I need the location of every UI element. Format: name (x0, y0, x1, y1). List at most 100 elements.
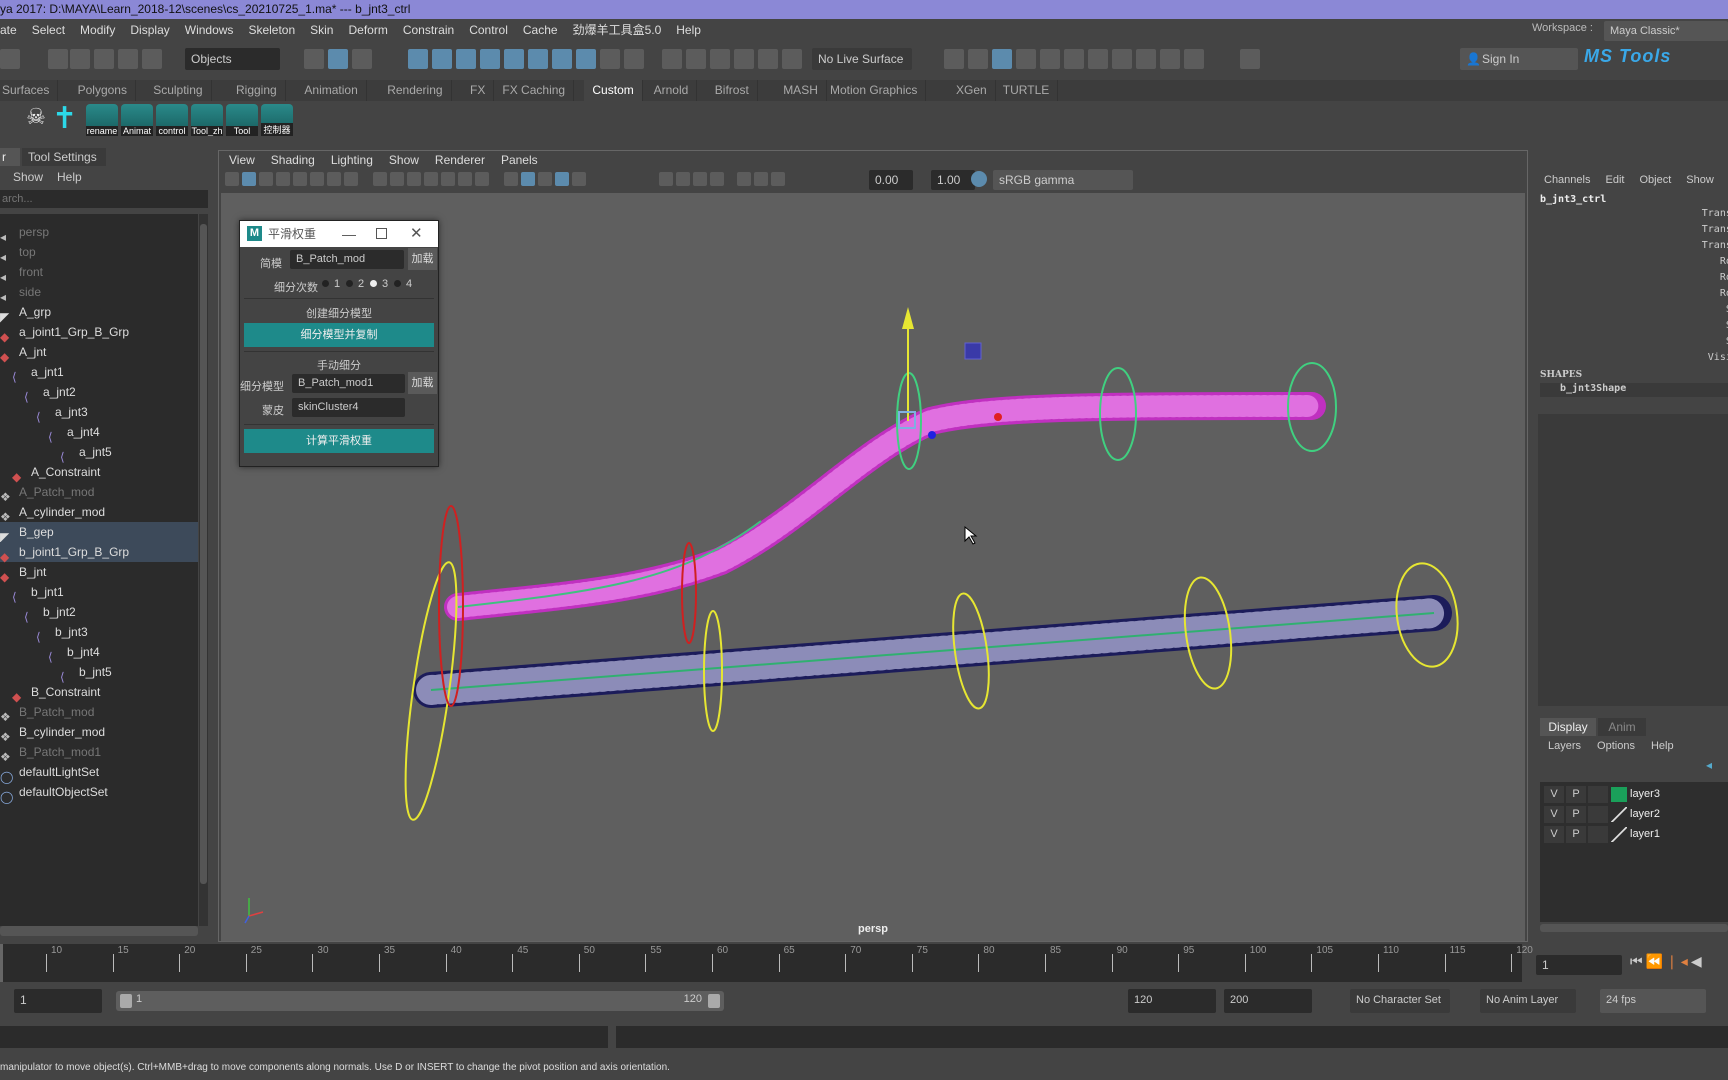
outliner-menu-help[interactable]: Help (57, 168, 82, 186)
status-tool-icon[interactable] (408, 49, 428, 69)
status-tool-icon[interactable] (1016, 49, 1036, 69)
layer-move-icon[interactable]: ◂ (1706, 758, 1712, 772)
viewport-tool-icon[interactable] (373, 172, 387, 186)
layer-display-type-toggle[interactable] (1588, 826, 1608, 843)
viewport-tool-icon[interactable] (458, 172, 472, 186)
outliner-item[interactable]: ⟨ a_jnt2 (0, 382, 198, 404)
viewport-tool-icon[interactable] (259, 172, 273, 186)
outliner-item[interactable]: ◂ side (0, 282, 198, 304)
status-tool-icon[interactable] (552, 49, 572, 69)
viewport-tool-icon[interactable] (276, 172, 290, 186)
workspace-dropdown[interactable]: Maya Classic* (1604, 21, 1728, 41)
outliner-menu-show[interactable]: Show (13, 168, 43, 186)
viewport-tool-icon[interactable] (441, 172, 455, 186)
channel-rotate-x[interactable]: Rotate X (1720, 256, 1728, 267)
viewport-tool-icon[interactable] (310, 172, 324, 186)
shelf-tab-arnold[interactable]: Arnold (646, 80, 698, 101)
outliner-item[interactable]: ⟨ b_jnt4 (0, 642, 198, 664)
maximize-icon[interactable] (376, 228, 387, 239)
viewport-menu-panels[interactable]: Panels (501, 153, 538, 167)
channel-menu-channels[interactable]: Channels (1544, 174, 1590, 186)
shape-node[interactable]: b_jnt3Shape (1540, 383, 1728, 397)
channel-translate-y[interactable]: Translate Y (1702, 224, 1728, 235)
channel-menu-object[interactable]: Object (1639, 174, 1671, 186)
status-tool-icon[interactable] (352, 49, 372, 69)
range-start-field[interactable]: 1 (14, 989, 102, 1013)
viewport-tool-icon[interactable] (676, 172, 690, 186)
status-tool-icon[interactable] (1088, 49, 1108, 69)
color-management-icon[interactable] (971, 171, 987, 187)
range-slider[interactable]: 1 120 (116, 991, 724, 1011)
dialog-title-bar[interactable]: M 平滑权重 — ✕ (240, 221, 438, 247)
shelf-tab-custom[interactable]: Custom (584, 80, 643, 101)
status-tool-icon[interactable] (480, 49, 500, 69)
outliner-item[interactable]: ❖ A_cylinder_mod (0, 502, 198, 524)
outliner-item[interactable]: ◆ B_Constraint (0, 682, 198, 704)
ms-tools-logo[interactable]: MS Tools (1584, 46, 1671, 67)
layer-color-swatch[interactable] (1611, 807, 1627, 822)
layer-menu-options[interactable]: Options (1597, 740, 1635, 752)
outliner-item[interactable]: ❖ B_Patch_mod1 (0, 742, 198, 764)
channel-translate-z[interactable]: Translate Z (1702, 240, 1728, 251)
viewport-tool-icon[interactable] (710, 172, 724, 186)
shelf-tab-xgen[interactable]: XGen (948, 80, 996, 101)
tab-outliner[interactable]: r (0, 148, 20, 166)
status-tool-icon[interactable] (432, 49, 452, 69)
outliner-item[interactable]: ◂ top (0, 242, 198, 264)
status-tool-icon[interactable] (944, 49, 964, 69)
step-back-icon[interactable]: ❘◂ (1666, 953, 1691, 969)
color-space-dropdown[interactable]: sRGB gamma (993, 170, 1133, 190)
skin-cluster-field[interactable]: skinCluster4 (292, 398, 405, 417)
shelf-script-4[interactable]: Tool (226, 104, 258, 136)
character-set-dropdown[interactable]: No Character Set (1350, 989, 1450, 1013)
status-tool-icon[interactable] (1112, 49, 1132, 69)
outliner-item[interactable]: ⟨ b_jnt1 (0, 582, 198, 604)
shelf-tab-sculpting[interactable]: Sculpting (145, 80, 212, 101)
subdiv-radio-4[interactable]: 4 (394, 278, 412, 290)
shelf-tab-fx-caching[interactable]: FX Caching (494, 80, 575, 101)
outliner-search-input[interactable] (0, 190, 208, 208)
shelf-tab-polygons[interactable]: Polygons (70, 80, 136, 101)
layer-display-type-toggle[interactable] (1588, 786, 1608, 803)
channel-translate-x[interactable]: Translate X (1702, 208, 1728, 219)
outliner-item[interactable]: ⟨ a_jnt4 (0, 422, 198, 444)
layer-playback-toggle[interactable]: P (1566, 826, 1586, 843)
status-tool-icon[interactable] (686, 49, 706, 69)
status-tool-icon[interactable] (1064, 49, 1084, 69)
layer-row[interactable]: V Player2 (1544, 806, 1724, 824)
status-tool-icon[interactable] (328, 49, 348, 69)
status-tool-icon[interactable] (456, 49, 476, 69)
shelf-script-0[interactable]: rename (86, 104, 118, 136)
outliner-h-scrollbar[interactable] (0, 926, 198, 936)
shelf-tab-turtle[interactable]: TURTLE (995, 80, 1059, 101)
menu-12[interactable]: Help (676, 23, 701, 37)
outliner-item[interactable]: ◆ A_Constraint (0, 462, 198, 484)
outliner-item[interactable]: ◆ b_joint1_Grp_B_Grp (0, 542, 198, 564)
status-tool-icon[interactable] (992, 49, 1012, 69)
menu-7[interactable]: Deform (348, 23, 387, 37)
outliner-item[interactable]: ❖ A_Patch_mod (0, 482, 198, 504)
close-icon[interactable]: ✕ (410, 221, 423, 247)
outliner-item[interactable]: ⟨ b_jnt2 (0, 602, 198, 624)
shelf-tab-motion-graphics[interactable]: Motion Graphics (822, 80, 927, 101)
menu-3[interactable]: Display (130, 23, 169, 37)
range-end-handle[interactable] (708, 994, 720, 1008)
mesh-field[interactable]: B_Patch_mod (290, 250, 404, 269)
status-tool-icon[interactable] (662, 49, 682, 69)
status-tool-icon[interactable] (734, 49, 754, 69)
viewport-tool-icon[interactable] (771, 172, 785, 186)
menu-6[interactable]: Skin (310, 23, 333, 37)
layer-color-swatch[interactable] (1611, 827, 1627, 842)
status-tool-icon[interactable] (1040, 49, 1060, 69)
status-tool-icon[interactable] (118, 49, 138, 69)
menu-2[interactable]: Modify (80, 23, 115, 37)
shelf-tab-animation[interactable]: Animation (296, 80, 367, 101)
menu-10[interactable]: Cache (523, 23, 558, 37)
status-tool-icon[interactable] (576, 49, 596, 69)
menu-0[interactable]: ate (0, 23, 17, 37)
time-slider[interactable]: 10 15 20 25 30 35 40 45 50 55 60 65 70 75 80 85 90 95 100 1… (0, 944, 1533, 982)
joint-tool-icon[interactable]: ✝ (52, 104, 84, 136)
status-tool-icon[interactable] (504, 49, 524, 69)
menu-5[interactable]: Skeleton (248, 23, 295, 37)
layer-row[interactable]: V Player1 (1544, 826, 1724, 844)
